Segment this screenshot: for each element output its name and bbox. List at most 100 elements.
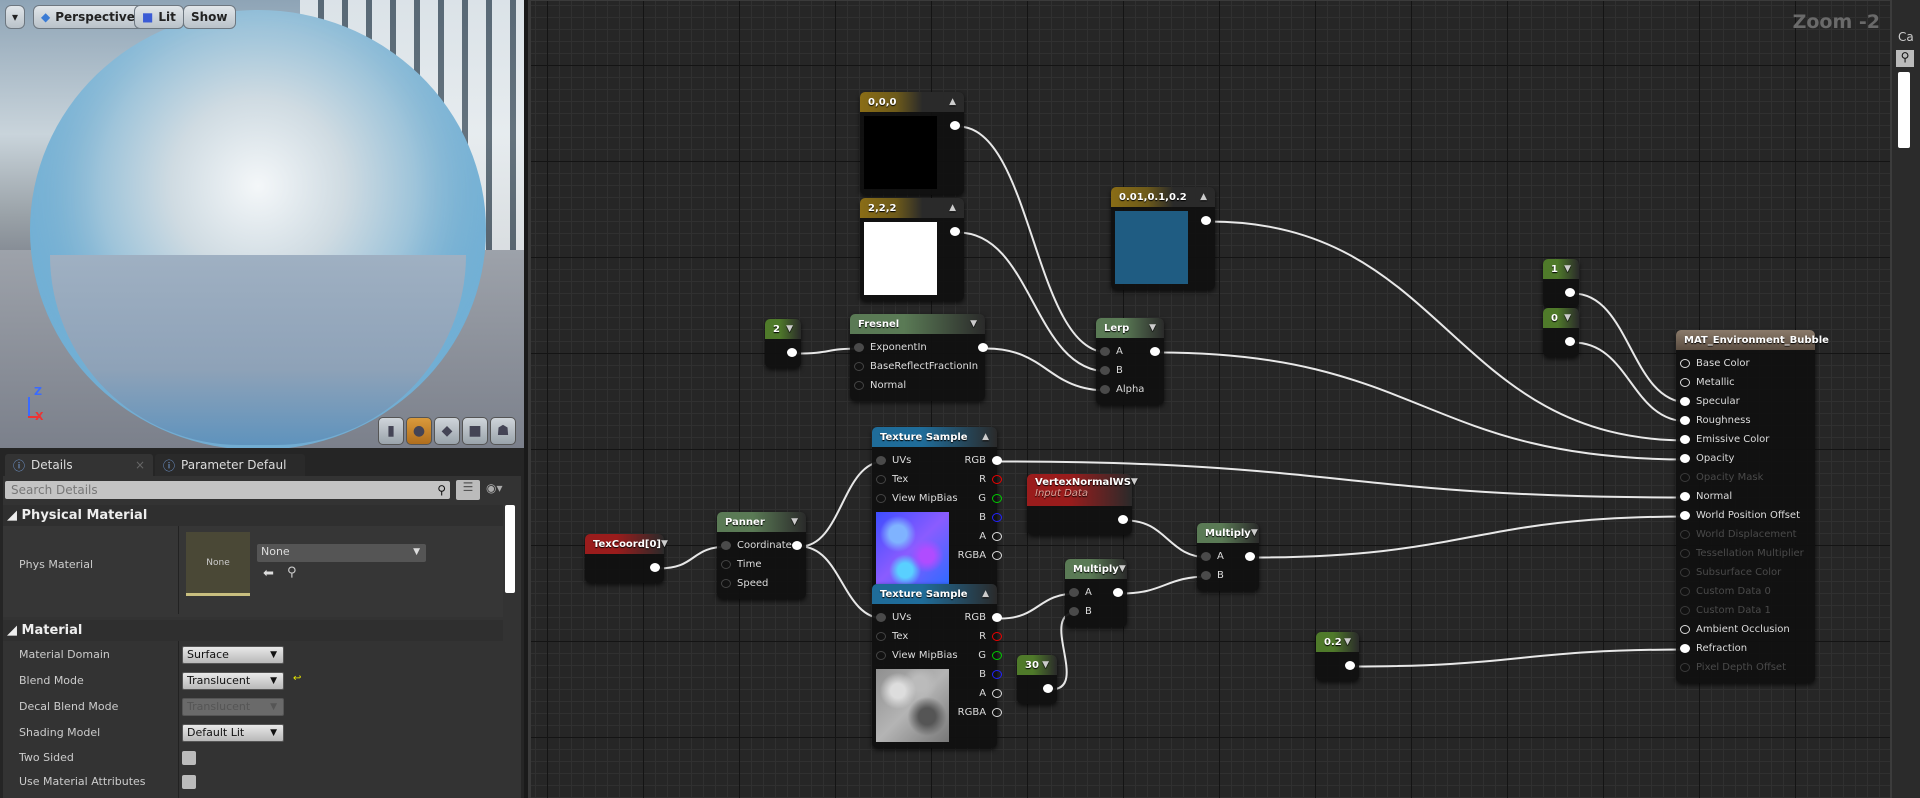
- pin-icon[interactable]: [1680, 549, 1690, 558]
- eye-visibility-icon[interactable]: ◉▾: [486, 481, 503, 495]
- pin-icon[interactable]: [876, 632, 886, 641]
- pin-icon[interactable]: [1565, 288, 1575, 297]
- pin-icon[interactable]: [1201, 571, 1211, 580]
- details-scrollbar[interactable]: [505, 505, 515, 593]
- pin-icon[interactable]: [992, 632, 1003, 641]
- palette-scrollbar[interactable]: [1898, 72, 1910, 148]
- input-pin-row[interactable]: Custom Data 0: [1680, 582, 1804, 601]
- output-pin-row[interactable]: R: [958, 470, 1003, 489]
- node-header[interactable]: 2 ▼: [765, 319, 801, 339]
- input-pin-row[interactable]: UVs: [876, 451, 958, 470]
- expand-down-icon[interactable]: ▼: [1344, 637, 1351, 647]
- pin-icon[interactable]: [1680, 530, 1690, 539]
- pin-icon[interactable]: [1201, 552, 1211, 561]
- output-pin-row[interactable]: G: [958, 646, 1003, 665]
- collapse-up-icon[interactable]: ▲: [1200, 192, 1207, 202]
- pin-icon[interactable]: [1680, 473, 1690, 482]
- mesh-preview-button[interactable]: ☗: [490, 417, 516, 445]
- pin-icon[interactable]: [1680, 359, 1690, 368]
- tab-details[interactable]: ⓘ Details ×: [5, 454, 153, 476]
- node-k1[interactable]: 1 ▼: [1543, 259, 1579, 308]
- output-pin-row[interactable]: [1031, 510, 1128, 529]
- node-c000[interactable]: 0,0,0 ▲: [860, 92, 964, 195]
- pin-icon[interactable]: [992, 475, 1003, 484]
- material-domain-combo[interactable]: Surface ▼: [182, 646, 284, 664]
- pin-icon[interactable]: [1100, 366, 1110, 375]
- output-pin-row[interactable]: B: [958, 665, 1003, 684]
- blend-mode-combo[interactable]: Translucent ▼: [182, 672, 284, 690]
- collapse-up-icon[interactable]: ▲: [949, 97, 956, 107]
- material-preview-viewport[interactable]: ▾ ◆ Perspective ■ Lit Show Z X ▮ ● ◆ ■ ☗: [0, 0, 524, 448]
- output-pin-row[interactable]: [950, 116, 960, 135]
- expand-down-icon[interactable]: ▼: [1251, 528, 1258, 538]
- pin-icon[interactable]: [1680, 663, 1690, 672]
- collapse-up-icon[interactable]: ▲: [982, 589, 989, 599]
- node-header[interactable]: TexCoord[0] ▼: [585, 534, 668, 554]
- input-pin-row[interactable]: Tessellation Multiplier: [1680, 544, 1804, 563]
- node-header[interactable]: Fresnel ▼: [850, 314, 985, 334]
- output-pin-row[interactable]: RGBA: [958, 703, 1003, 722]
- node-texcoord[interactable]: TexCoord[0] ▼: [585, 534, 668, 583]
- pin-icon[interactable]: [721, 541, 731, 550]
- node-header[interactable]: VertexNormalWS Input Data ▼: [1027, 474, 1138, 506]
- input-pin-row[interactable]: World Displacement: [1680, 525, 1804, 544]
- output-pin-row[interactable]: A: [958, 527, 1003, 546]
- wire-cblue-to-mat[interactable]: [1208, 220, 1689, 442]
- node-panner[interactable]: Panner ▼ Coordinate Time Speed: [717, 512, 806, 599]
- pin-icon[interactable]: [992, 456, 1003, 465]
- pin-icon[interactable]: [721, 579, 731, 588]
- pin-icon[interactable]: [992, 532, 1003, 541]
- expand-down-icon[interactable]: ▼: [1042, 660, 1049, 670]
- node-header[interactable]: MAT_Environment_Bubble: [1676, 330, 1829, 350]
- cube-preview-button[interactable]: ■: [462, 417, 488, 445]
- node-lerp[interactable]: Lerp ▼ A B Alpha: [1096, 318, 1164, 405]
- pin-icon[interactable]: [792, 541, 802, 550]
- node-fresnel[interactable]: Fresnel ▼ ExponentIn BaseReflectFractionIn N…: [850, 314, 989, 401]
- node-cblue[interactable]: 0.01,0.1,0.2 ▲: [1111, 187, 1215, 290]
- pin-icon[interactable]: [650, 563, 660, 572]
- pin-icon[interactable]: [992, 670, 1003, 679]
- input-pin-row[interactable]: Speed: [721, 574, 792, 593]
- pin-icon[interactable]: [1201, 216, 1211, 225]
- search-details-input[interactable]: Search Details ⚲: [5, 481, 450, 499]
- output-pin-row[interactable]: [950, 222, 960, 241]
- expand-down-icon[interactable]: ▼: [970, 319, 977, 329]
- pin-icon[interactable]: [721, 560, 731, 569]
- node-header[interactable]: Panner ▼: [717, 512, 806, 532]
- input-pin-row[interactable]: Opacity Mask: [1680, 468, 1804, 487]
- input-pin-row[interactable]: Tex: [876, 627, 958, 646]
- node-mul2[interactable]: Multiply ▼ A B: [1197, 523, 1259, 591]
- pin-icon[interactable]: [1113, 588, 1123, 597]
- input-pin-row[interactable]: Pixel Depth Offset: [1680, 658, 1804, 677]
- input-pin-row[interactable]: Coordinate: [721, 536, 792, 555]
- output-pin-row[interactable]: [792, 536, 802, 555]
- node-k2[interactable]: 2 ▼: [765, 319, 801, 368]
- expand-down-icon[interactable]: ▼: [1131, 477, 1138, 487]
- output-pin-row[interactable]: [1320, 656, 1355, 675]
- pin-icon[interactable]: [876, 456, 886, 465]
- input-pin-row[interactable]: BaseReflectFractionIn: [854, 357, 978, 376]
- expand-down-icon[interactable]: ▼: [1149, 323, 1156, 333]
- pin-icon[interactable]: [1680, 568, 1690, 577]
- node-k30[interactable]: 30 ▼: [1017, 655, 1057, 704]
- sphere-preview-button[interactable]: ●: [406, 417, 432, 445]
- pin-icon[interactable]: [854, 381, 864, 390]
- reset-to-default-icon[interactable]: ↩: [293, 673, 301, 684]
- pin-icon[interactable]: [992, 708, 1003, 717]
- node-header[interactable]: 0.01,0.1,0.2 ▲: [1111, 187, 1215, 207]
- output-pin-row[interactable]: [1547, 332, 1575, 351]
- pin-icon[interactable]: [1069, 588, 1079, 597]
- node-tex2[interactable]: Texture Sample ▲ UVs Tex View MipBias RGB R G B A…: [872, 584, 1003, 748]
- expand-down-icon[interactable]: ▼: [791, 517, 798, 527]
- node-header[interactable]: 30 ▼: [1017, 655, 1057, 675]
- pin-icon[interactable]: [1069, 607, 1079, 616]
- pin-icon[interactable]: [1680, 492, 1690, 501]
- output-pin-row[interactable]: RGB: [958, 451, 1003, 470]
- pin-icon[interactable]: [978, 343, 989, 352]
- node-header[interactable]: Lerp ▼: [1096, 318, 1164, 338]
- input-pin-row[interactable]: B: [1201, 566, 1224, 585]
- pin-icon[interactable]: [876, 651, 886, 660]
- collapse-up-icon[interactable]: ▲: [982, 432, 989, 442]
- output-pin-row[interactable]: [769, 343, 797, 362]
- node-mat[interactable]: MAT_Environment_Bubble Base Color Metallic…: [1676, 330, 1829, 683]
